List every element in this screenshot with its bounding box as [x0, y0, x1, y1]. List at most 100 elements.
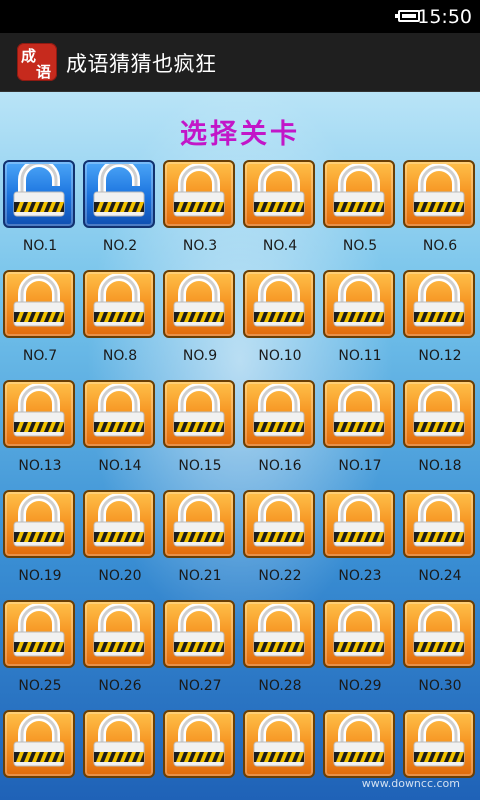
- level-button[interactable]: [163, 270, 235, 338]
- level-tile-24[interactable]: NO.24: [402, 490, 480, 600]
- level-tile-2[interactable]: NO.2: [82, 160, 162, 270]
- level-label: NO.24: [418, 568, 462, 584]
- level-tile-17[interactable]: NO.17: [322, 380, 402, 490]
- level-button[interactable]: [403, 600, 475, 668]
- level-button[interactable]: [3, 270, 75, 338]
- level-label: NO.13: [18, 458, 62, 474]
- level-tile-19[interactable]: NO.19: [2, 490, 82, 600]
- level-button[interactable]: [323, 270, 395, 338]
- level-label: NO.18: [418, 458, 462, 474]
- level-button[interactable]: [163, 710, 235, 778]
- app-icon[interactable]: 成 语: [17, 43, 57, 81]
- level-button[interactable]: [243, 490, 315, 558]
- level-button[interactable]: [3, 160, 75, 228]
- level-button[interactable]: [403, 380, 475, 448]
- level-label: NO.12: [418, 348, 462, 364]
- level-tile-32[interactable]: [82, 710, 162, 800]
- level-button[interactable]: [323, 600, 395, 668]
- level-button[interactable]: [323, 710, 395, 778]
- level-label: NO.27: [178, 678, 222, 694]
- level-tile-6[interactable]: NO.6: [402, 160, 480, 270]
- level-tile-12[interactable]: NO.12: [402, 270, 480, 380]
- level-tile-18[interactable]: NO.18: [402, 380, 480, 490]
- level-tile-7[interactable]: NO.7: [2, 270, 82, 380]
- level-button[interactable]: [323, 490, 395, 558]
- level-button[interactable]: [163, 600, 235, 668]
- level-button[interactable]: [163, 380, 235, 448]
- level-select-screen: 选择关卡 NO.1 NO.2 NO.3 NO.4 NO.5 NO.6 NO.7 …: [0, 92, 480, 800]
- level-button[interactable]: [243, 160, 315, 228]
- level-button[interactable]: [163, 490, 235, 558]
- level-tile-28[interactable]: NO.28: [242, 600, 322, 710]
- level-button[interactable]: [243, 270, 315, 338]
- level-label: NO.4: [262, 238, 298, 254]
- level-label: NO.26: [98, 678, 142, 694]
- level-button[interactable]: [83, 160, 155, 228]
- level-tile-30[interactable]: NO.30: [402, 600, 480, 710]
- level-button[interactable]: [3, 710, 75, 778]
- level-label: NO.29: [338, 678, 382, 694]
- level-button[interactable]: [243, 600, 315, 668]
- level-label: NO.22: [258, 568, 302, 584]
- level-label: NO.6: [422, 238, 458, 254]
- level-button[interactable]: [83, 710, 155, 778]
- level-tile-14[interactable]: NO.14: [82, 380, 162, 490]
- level-button[interactable]: [403, 270, 475, 338]
- level-button[interactable]: [323, 160, 395, 228]
- level-tile-3[interactable]: NO.3: [162, 160, 242, 270]
- level-label: NO.5: [342, 238, 378, 254]
- app-title: 成语猜猜也疯狂: [66, 52, 217, 76]
- level-button[interactable]: [3, 600, 75, 668]
- level-tile-34[interactable]: [242, 710, 322, 800]
- status-time: 15:50: [417, 6, 472, 28]
- level-button[interactable]: [3, 380, 75, 448]
- level-tile-25[interactable]: NO.25: [2, 600, 82, 710]
- level-label: NO.17: [338, 458, 382, 474]
- level-button[interactable]: [3, 490, 75, 558]
- level-label: NO.11: [338, 348, 382, 364]
- level-button[interactable]: [83, 270, 155, 338]
- level-tile-22[interactable]: NO.22: [242, 490, 322, 600]
- level-tile-15[interactable]: NO.15: [162, 380, 242, 490]
- level-tile-21[interactable]: NO.21: [162, 490, 242, 600]
- level-label: NO.15: [178, 458, 222, 474]
- level-label: NO.1: [22, 238, 58, 254]
- level-tile-10[interactable]: NO.10: [242, 270, 322, 380]
- level-tile-29[interactable]: NO.29: [322, 600, 402, 710]
- level-button[interactable]: [243, 710, 315, 778]
- level-label: NO.7: [22, 348, 58, 364]
- level-button[interactable]: [83, 380, 155, 448]
- level-button[interactable]: [403, 490, 475, 558]
- level-label: NO.23: [338, 568, 382, 584]
- level-tile-23[interactable]: NO.23: [322, 490, 402, 600]
- app-icon-char-2: 语: [36, 63, 52, 81]
- level-label: NO.20: [98, 568, 142, 584]
- level-tile-9[interactable]: NO.9: [162, 270, 242, 380]
- level-label: NO.28: [258, 678, 302, 694]
- level-tile-27[interactable]: NO.27: [162, 600, 242, 710]
- level-tile-8[interactable]: NO.8: [82, 270, 162, 380]
- level-tile-1[interactable]: NO.1: [2, 160, 82, 270]
- level-tile-20[interactable]: NO.20: [82, 490, 162, 600]
- page-title: 选择关卡: [180, 119, 300, 150]
- level-tile-5[interactable]: NO.5: [322, 160, 402, 270]
- level-button[interactable]: [83, 600, 155, 668]
- level-tile-11[interactable]: NO.11: [322, 270, 402, 380]
- level-button[interactable]: [323, 380, 395, 448]
- level-tile-16[interactable]: NO.16: [242, 380, 322, 490]
- level-button[interactable]: [403, 710, 475, 778]
- level-label: NO.10: [258, 348, 302, 364]
- level-tile-33[interactable]: [162, 710, 242, 800]
- level-label: NO.19: [18, 568, 62, 584]
- level-button[interactable]: [163, 160, 235, 228]
- level-label: NO.3: [182, 238, 218, 254]
- level-label: NO.14: [98, 458, 142, 474]
- level-tile-13[interactable]: NO.13: [2, 380, 82, 490]
- level-button[interactable]: [243, 380, 315, 448]
- level-tile-4[interactable]: NO.4: [242, 160, 322, 270]
- level-tile-31[interactable]: [2, 710, 82, 800]
- level-button[interactable]: [83, 490, 155, 558]
- level-tile-26[interactable]: NO.26: [82, 600, 162, 710]
- level-button[interactable]: [403, 160, 475, 228]
- level-label: NO.30: [418, 678, 462, 694]
